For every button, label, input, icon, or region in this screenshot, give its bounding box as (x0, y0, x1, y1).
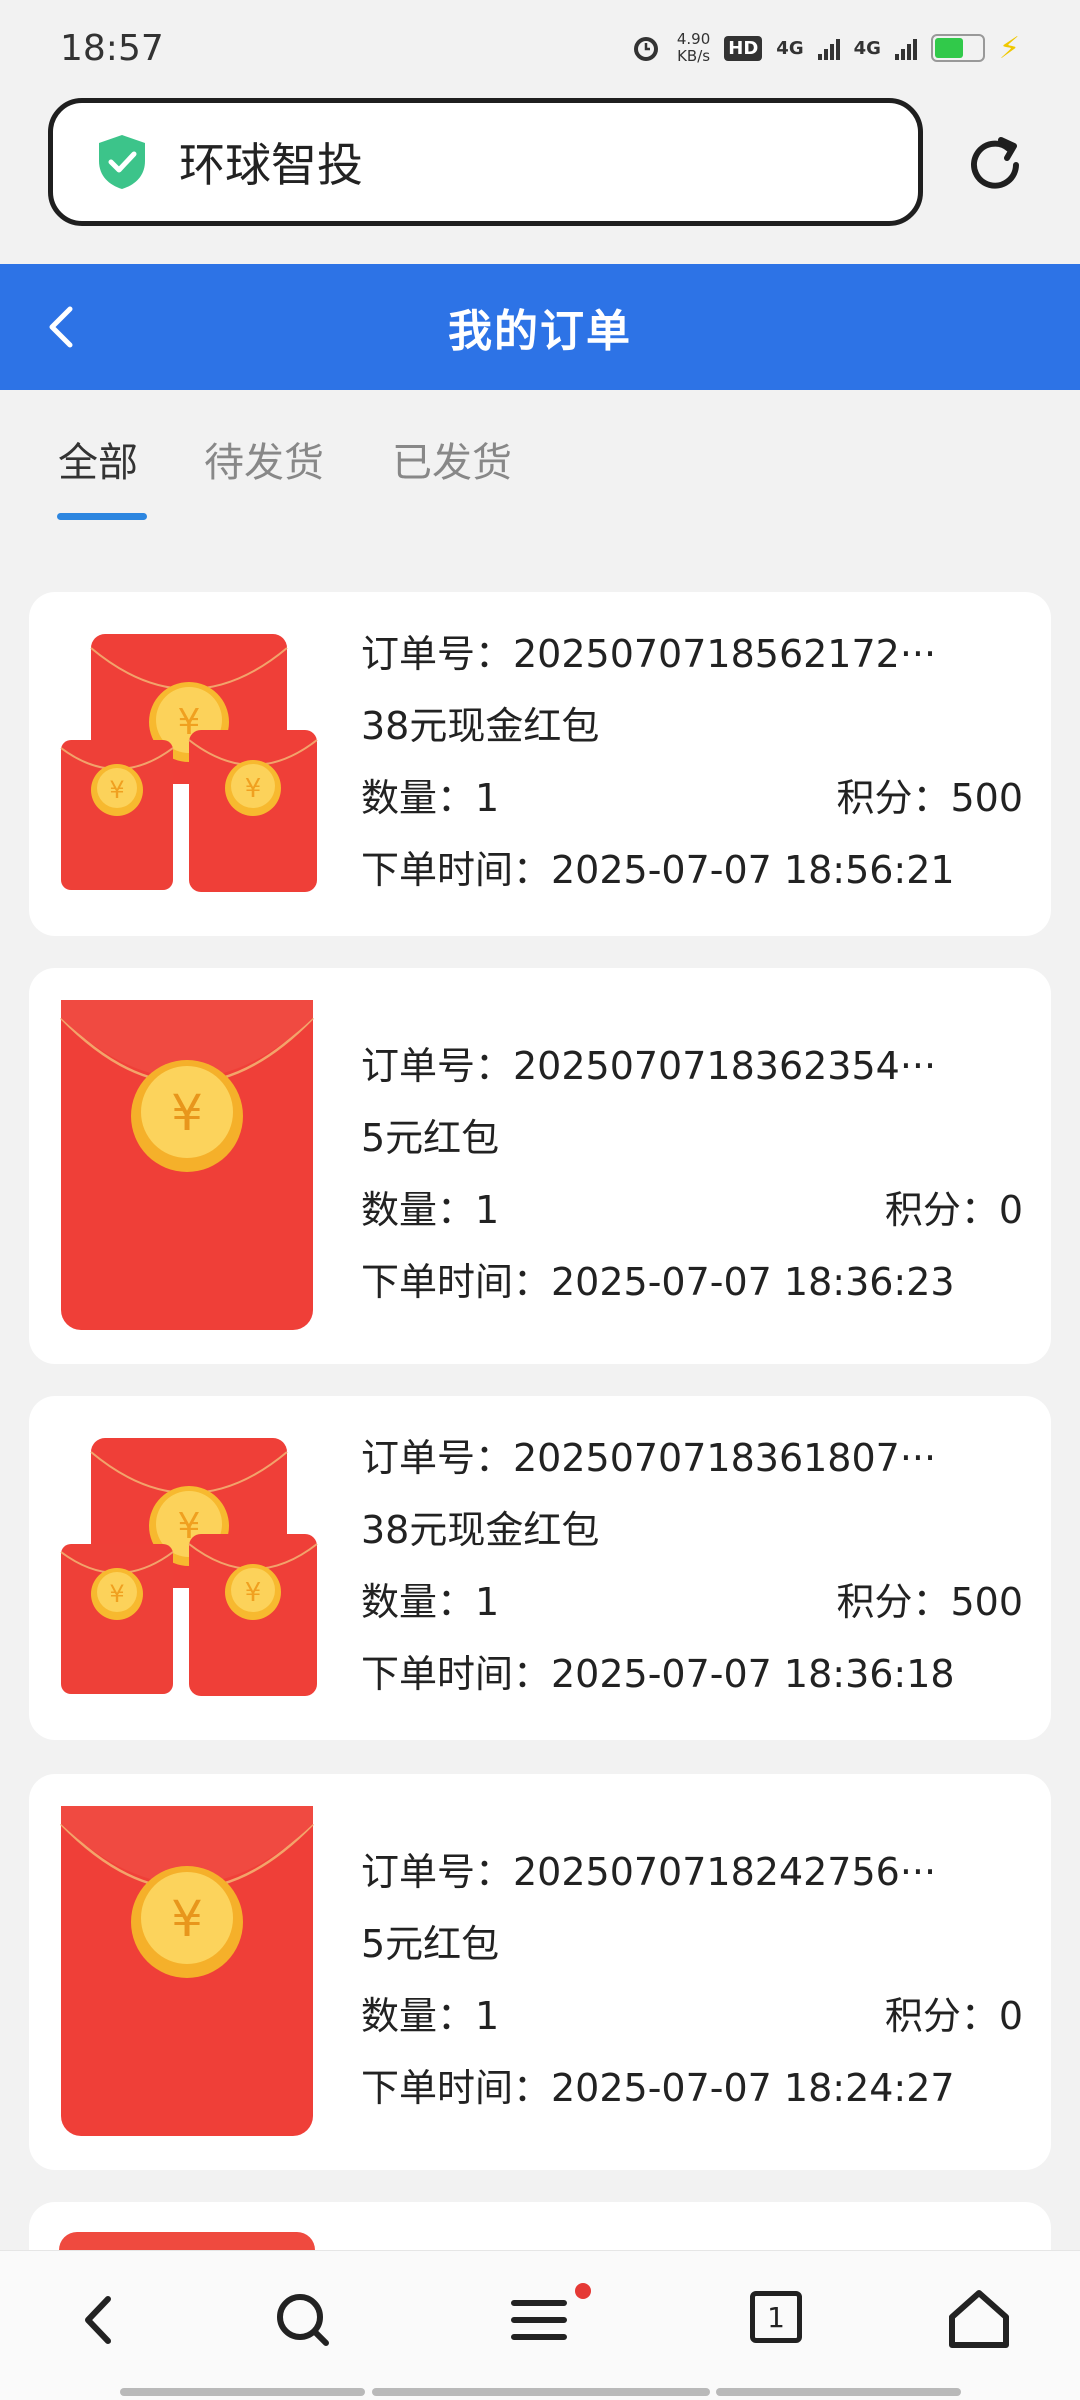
order-points: 积分：500 (836, 776, 1023, 820)
svg-text:¥: ¥ (245, 1578, 262, 1608)
tab-pending-shipment[interactable]: 待发货 (204, 430, 324, 488)
order-tabs: 全部 待发货 已发货 (0, 390, 1080, 520)
order-number: 订单号：2025070718361807··· (361, 1436, 937, 1480)
page-title: 我的订单 (448, 306, 632, 357)
page-header: 我的订单 (0, 264, 1080, 390)
quantity-points-row: 数量：1 积分：0 (361, 1174, 1023, 1246)
battery-icon (930, 34, 985, 62)
order-info: 订单号：2025070718362354··· 5元红包 数量：1 积分：0 下… (361, 1030, 1023, 1318)
status-icons: 4.90 KB/s HD 4G 4G ⚡ (629, 31, 1020, 66)
network-speed-value: 4.90 (676, 30, 711, 48)
tab-count: 1 (767, 2300, 785, 2334)
quantity-points-row: 数量：1 积分：0 (361, 1980, 1023, 2052)
menu-icon[interactable] (502, 2283, 576, 2357)
order-card[interactable]: ¥ ¥ ¥ 订单号：2025070718562172··· 38元现金红包 数量… (29, 592, 1051, 936)
order-card[interactable]: ¥ 订单号：2025070718242756··· 5元红包 数量：1 积分：0… (29, 1774, 1051, 2170)
svg-text:¥: ¥ (109, 1580, 124, 1608)
product-name: 38元现金红包 (361, 704, 600, 748)
hd-badge: HD (724, 35, 763, 61)
order-card[interactable]: ¥ ¥ ¥ 订单号：2025070718361807··· 38元现金红包 数量… (29, 1396, 1051, 1740)
svg-text:¥: ¥ (109, 776, 124, 804)
alarm-icon (633, 37, 658, 61)
search-icon[interactable] (266, 2283, 340, 2357)
product-name: 5元红包 (361, 1116, 500, 1160)
refresh-icon[interactable] (960, 130, 1030, 200)
svg-text:¥: ¥ (245, 774, 262, 804)
order-info: 订单号：2025070718361807··· 38元现金红包 数量：1 积分：… (361, 1422, 1023, 1710)
order-points: 积分：500 (836, 1580, 1023, 1624)
order-thumbnail: ¥ ¥ ¥ (59, 630, 319, 904)
notification-dot (575, 2283, 591, 2299)
order-info: 订单号：2025070718242756··· 5元红包 数量：1 积分：0 下… (361, 1836, 1023, 2124)
red-envelope-bundle-image: ¥ ¥ ¥ (60, 1438, 318, 1696)
order-number: 订单号：2025070718362354··· (361, 1044, 937, 1088)
shield-check-icon (99, 135, 145, 189)
sim2-label: 4G (853, 37, 881, 59)
product-name: 5元红包 (361, 1922, 500, 1966)
svg-text:¥: ¥ (171, 1084, 203, 1142)
quantity-points-row: 数量：1 积分：500 (361, 762, 1023, 834)
order-points: 积分：0 (884, 1188, 1023, 1232)
tabs-icon[interactable]: 1 (750, 2291, 802, 2343)
order-card[interactable]: ¥ 订单号：2025070718362354··· 5元红包 数量：1 积分：0… (29, 968, 1051, 1364)
tab-all[interactable]: 全部 (58, 430, 138, 488)
charging-icon: ⚡ (998, 30, 1020, 66)
order-quantity: 数量：1 (361, 1188, 500, 1232)
svg-text:¥: ¥ (171, 1890, 203, 1948)
red-envelope-bundle-image: ¥ ¥ ¥ (60, 634, 318, 892)
site-name: 环球智投 (179, 138, 363, 192)
tab-shipped[interactable]: 已发货 (392, 430, 512, 488)
signal-icon (817, 36, 840, 60)
gesture-bar-left (120, 2388, 365, 2396)
order-thumbnail: ¥ (59, 998, 315, 1336)
red-envelope-single-image: ¥ (60, 1000, 314, 1330)
network-speed-unit: KB/s (677, 47, 711, 65)
browser-bottom-nav: 1 (0, 2250, 1080, 2400)
address-bar[interactable]: 环球智投 (48, 98, 923, 226)
back-arrow-icon[interactable] (34, 297, 90, 357)
status-bar: 18:57 4.90 KB/s HD 4G 4G ⚡ (0, 0, 1080, 96)
browser-address-row: 环球智投 (0, 96, 1080, 264)
red-envelope-single-image: ¥ (60, 1806, 314, 2136)
order-quantity: 数量：1 (361, 776, 500, 820)
signal-icon (894, 36, 917, 60)
active-tab-indicator (57, 513, 147, 520)
product-name: 38元现金红包 (361, 1508, 600, 1552)
order-quantity: 数量：1 (361, 1580, 500, 1624)
gesture-bar-middle (372, 2388, 710, 2396)
order-time: 下单时间：2025-07-07 18:56:21 (361, 848, 955, 892)
order-thumbnail: ¥ ¥ ¥ (59, 1434, 319, 1708)
order-info: 订单号：2025070718562172··· 38元现金红包 数量：1 积分：… (361, 618, 1023, 906)
sim1-label: 4G (776, 37, 804, 59)
order-number: 订单号：2025070718562172··· (361, 632, 937, 676)
home-icon[interactable] (942, 2283, 1016, 2357)
quantity-points-row: 数量：1 积分：500 (361, 1566, 1023, 1638)
order-time: 下单时间：2025-07-07 18:36:18 (361, 1652, 955, 1696)
order-number: 订单号：2025070718242756··· (361, 1850, 937, 1894)
order-thumbnail: ¥ (59, 1804, 315, 2142)
order-time: 下单时间：2025-07-07 18:36:23 (361, 1260, 955, 1304)
back-icon[interactable] (62, 2283, 136, 2357)
gesture-bar-right (716, 2388, 961, 2396)
order-quantity: 数量：1 (361, 1994, 500, 2038)
network-speed: 4.90 KB/s (677, 31, 710, 65)
status-time: 18:57 (60, 27, 164, 69)
order-time: 下单时间：2025-07-07 18:24:27 (361, 2066, 955, 2110)
order-points: 积分：0 (884, 1994, 1023, 2038)
